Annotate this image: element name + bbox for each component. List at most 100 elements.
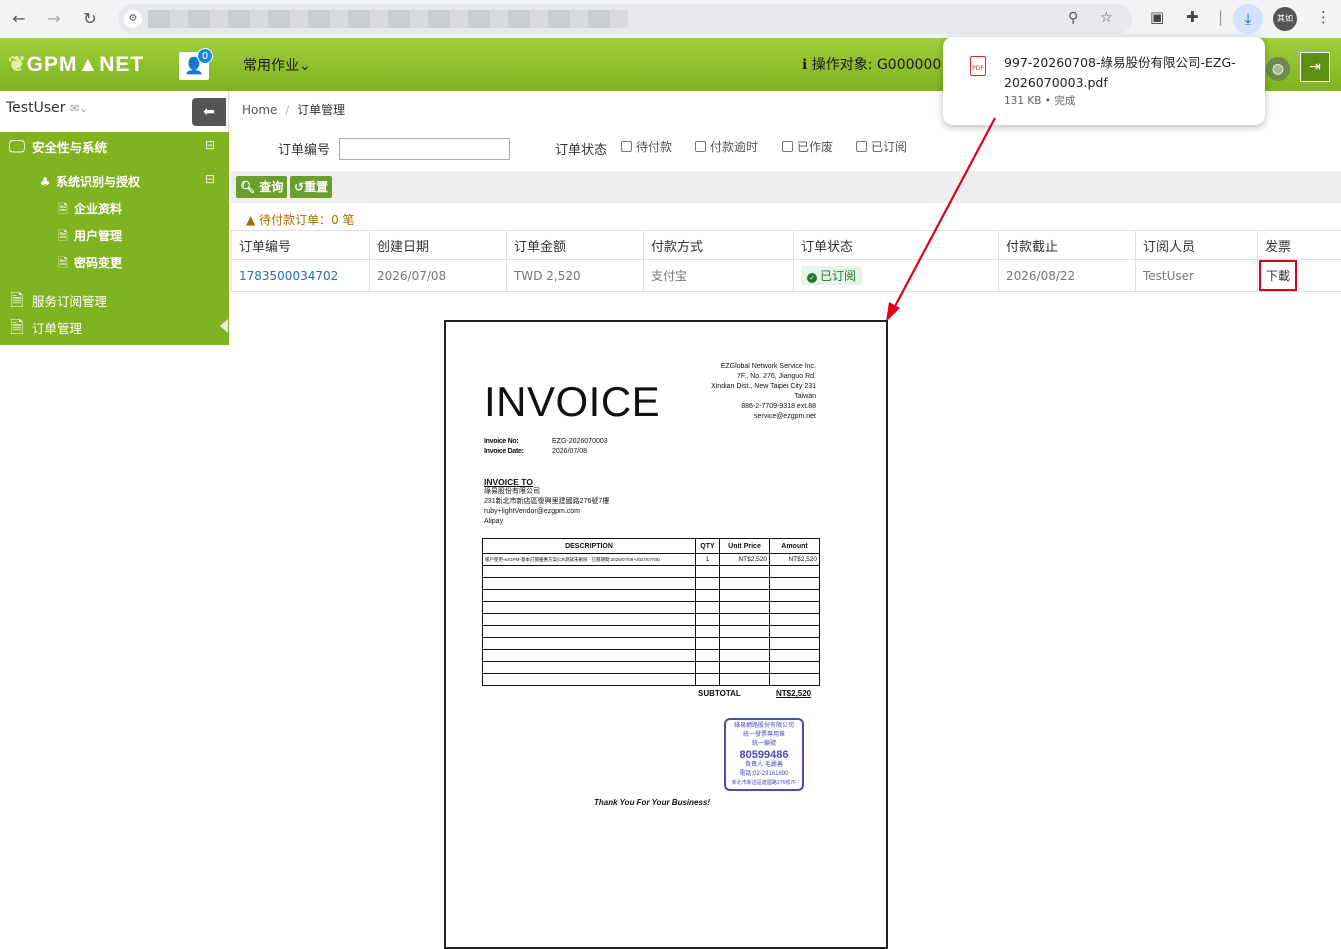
items-row-empty [482,649,820,662]
checkbox[interactable] [695,141,706,152]
invoice-to-label: INVOICE TO [484,477,533,487]
column-header[interactable]: 创建日期 [369,230,507,260]
created-date-cell: 2026/07/08 [369,259,507,292]
toolbar-divider: | [1218,8,1224,26]
document-icon: 🗎 [10,291,24,311]
invoice-to-line: Alipay [484,518,504,525]
items-row-empty [482,589,820,602]
items-row-empty [482,613,820,626]
items-row-empty [482,565,820,578]
column-header[interactable]: 付款方式 [643,230,794,260]
info-icon: ℹ [802,57,808,73]
seal-line: 統一編號 [751,741,776,747]
sidebar-item-password[interactable]: 🗎 密码变更 [56,254,122,275]
sidebar-item-security[interactable]: 🖵 安全性与系统 [8,137,107,157]
column-header[interactable]: 发票 [1257,230,1341,260]
checkbox[interactable] [621,141,632,152]
order-no-cell: 1783500034702 [231,259,370,292]
seal-line: 綠易網路股份有限公司 [733,723,794,729]
collapse-minus-icon[interactable]: ⊟ [205,172,215,186]
items-header: QTY [695,538,720,554]
column-header[interactable]: 付款截止 [998,230,1136,260]
status-checkbox-void[interactable]: 已作废 [782,138,833,155]
pdf-file-icon: PDF [970,56,986,76]
items-header: DESCRIPTION [482,538,696,554]
invoice-download-link[interactable]: 下載 [1259,260,1298,291]
subtotal-label: SUBTOTAL [698,689,741,698]
invoice-to: INVOICE TO 綠易股份有限公司 231新北市新店區復興里建國路276號7… [484,477,609,527]
profile-avatar[interactable]: 其如 [1273,7,1297,31]
column-header[interactable]: 订阅人员 [1135,230,1258,260]
users-icon: ♣ [39,175,51,189]
logo-text: GPM▲NET [26,53,145,76]
invoice-items-table: DESCRIPTION QTY Unit Price Amount 帳戶使用-e… [482,538,820,686]
amount-cell: TWD 2,520 [506,259,644,292]
sidebar-item-subscription[interactable]: 🗎 服务订阅管理 [8,288,107,317]
chevron-down-icon: ⌄ [299,58,311,74]
bookmark-star-icon[interactable]: ☆ [1100,10,1113,26]
sidebar-item-orders[interactable]: 🗎 订单管理 [8,315,82,344]
reset-icon: ↺ [294,180,305,194]
status-checkbox-subscribed[interactable]: 已订阅 [856,138,907,155]
status-text: 已订阅 [820,269,857,283]
items-row-empty [482,601,820,614]
site-settings-icon[interactable]: ⚙ [124,10,142,28]
download-file-name[interactable]: 997-20260708-綠易股份有限公司-EZG-2026070003.pdf [1004,53,1244,93]
seal-number: 80599486 [739,749,789,761]
address-bar[interactable]: ⚙ ⚲ ☆ [118,4,1132,34]
reload-icon[interactable]: ↻ [79,8,101,30]
column-header[interactable]: 订单金额 [506,230,644,260]
forward-icon[interactable]: → [43,8,65,30]
deadline-cell: 2026/08/22 [998,259,1136,292]
status-checkbox-pending[interactable]: 待付款 [621,138,672,155]
common-menu[interactable]: 常用作业⌄ [243,55,311,75]
company-seal: 綠易網路股份有限公司 統一發票專用章 統一編號 80599486 負責人:毛麗善… [724,718,804,791]
checkbox-label: 待付款 [636,140,673,154]
invoice-cell: 下載 [1257,259,1341,292]
sidebar-item-label: 安全性与系统 [32,140,108,155]
sidebar-item-system-auth[interactable]: ♣ 系统识别与授权 [38,173,140,190]
download-popup[interactable]: PDF 997-20260708-綠易股份有限公司-EZG-2026070003… [943,37,1265,125]
order-no-label: 订单编号 [278,143,331,158]
table-row: 1783500034702 2026/07/08 TWD 2,520 支付宝 ✓… [231,259,1341,292]
document-icon: 🗎 [58,202,68,216]
zoom-icon[interactable]: ⚲ [1068,10,1078,26]
payment-cell: 支付宝 [643,259,794,292]
items-row-empty [482,577,820,590]
username[interactable]: TestUser ✉⌄ [6,100,88,116]
reset-button[interactable]: ↺重置 [290,176,333,198]
item-qty: 1 [695,553,720,566]
invoice-preview: INVOICE EZGlobal Network Service Inc. 7F… [444,320,888,949]
sidebar-item-users[interactable]: 🗎 用户管理 [56,227,122,248]
sidebar-item-label: 密码变更 [74,256,123,270]
column-header[interactable]: 订单状态 [793,230,999,260]
extension-icon[interactable]: ▣ [1150,8,1164,26]
order-no-input[interactable] [339,138,510,160]
sidebar-item-company[interactable]: 🗎 企业资料 [56,200,122,221]
status-checkbox-overdue[interactable]: 付款逾时 [695,138,758,155]
breadcrumb: Home / 订单管理 [242,101,345,118]
checkbox-label: 付款逾时 [710,140,759,154]
more-menu-icon[interactable]: ⋮ [1316,8,1331,26]
status-cell: ✓ 已订阅 [793,259,999,292]
globe-icon[interactable]: ◍ [1266,57,1290,81]
common-menu-label: 常用作业 [243,58,299,74]
search-button[interactable]: 🔍︎ 查询 [236,176,288,198]
sidebar-collapse-button[interactable]: ⬅ [192,98,226,126]
order-no-link[interactable]: 1783500034702 [239,269,338,283]
checkbox[interactable] [856,141,867,152]
downloads-icon[interactable]: ⤓ [1233,4,1263,34]
invoice-meta: Invoice No: EZG-2026070003 Invoice Date: 2… [484,437,608,457]
checkbox[interactable] [782,141,793,152]
sidebar-item-label: 服务订阅管理 [32,294,108,309]
puzzle-icon[interactable]: ✚ [1186,8,1199,26]
order-status-label: 订单状态 [555,143,608,158]
gpm-logo[interactable]: ❦GPM▲NET [8,52,144,77]
sidebar: 🖵 安全性与系统 ⊟ ♣ 系统识别与授权 ⊟ 🗎 企业资料 🗎 用户管理 🗎 密码变更 🗎… [0,132,229,345]
collapse-minus-icon[interactable]: ⊟ [205,138,215,152]
column-header[interactable]: 订单编号 [231,230,370,260]
back-icon[interactable]: ← [8,8,30,30]
logout-button[interactable]: ⇥ [1300,52,1330,82]
company-line: service@ezgpm.net [754,413,816,420]
breadcrumb-home[interactable]: Home [242,103,277,117]
